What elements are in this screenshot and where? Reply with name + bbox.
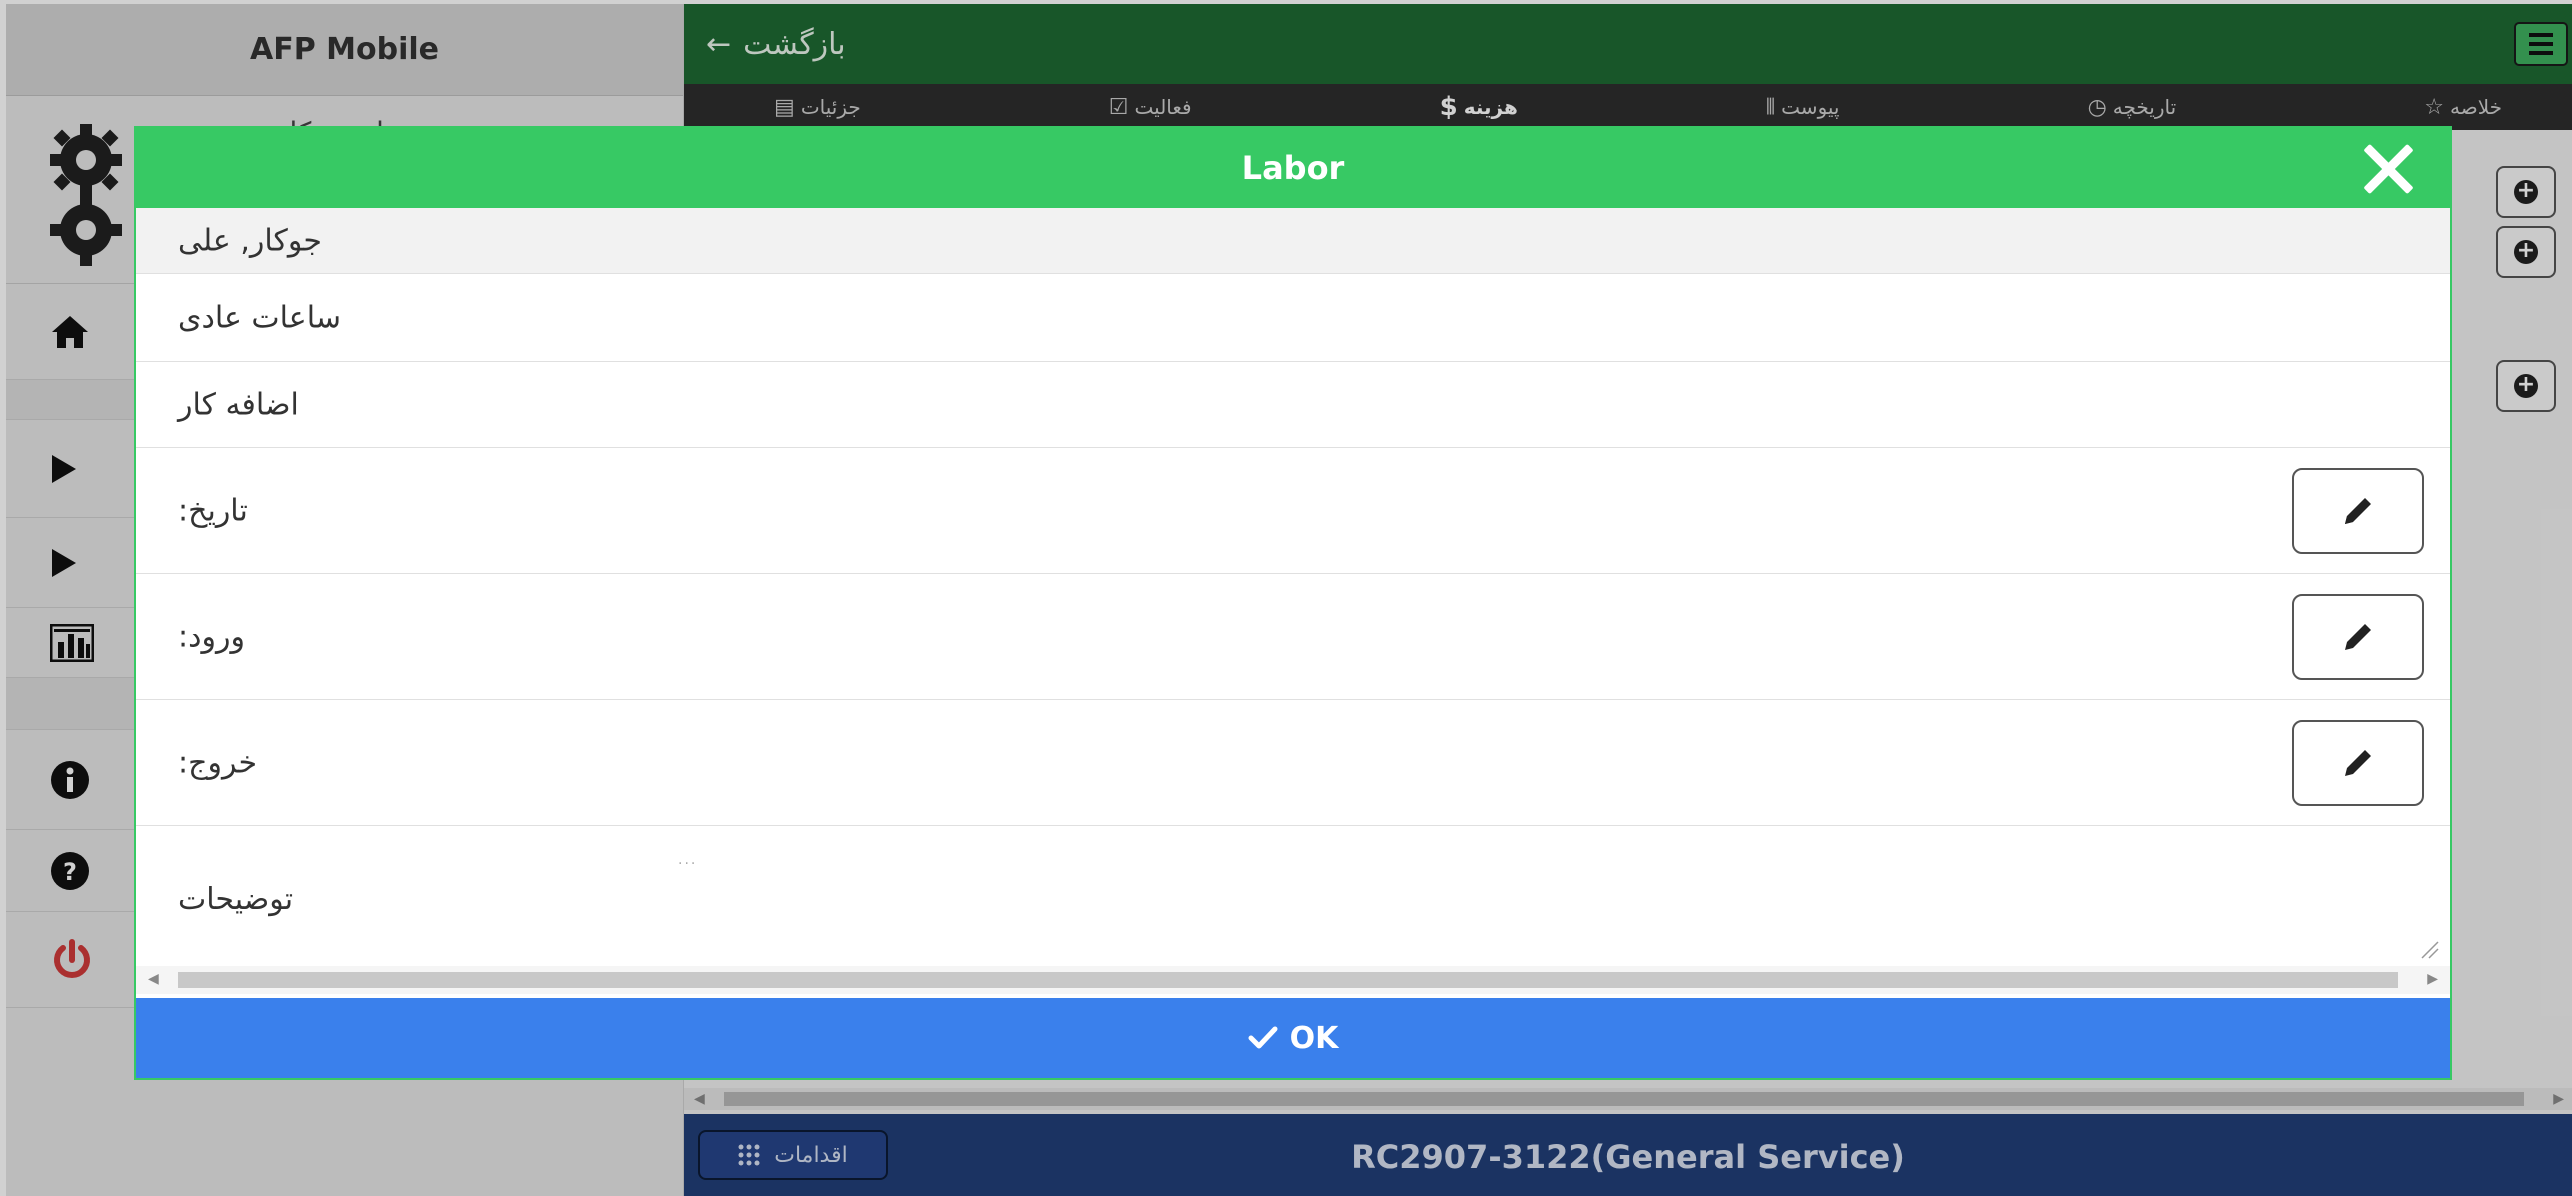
ok-button[interactable]: OK bbox=[136, 998, 2450, 1078]
regular-hours-label: ساعات عادی bbox=[178, 300, 341, 335]
employee-name: جوکار, علی bbox=[178, 223, 322, 258]
edit-date-button[interactable] bbox=[2292, 467, 2424, 554]
scroll-right-icon: ▶ bbox=[2427, 971, 2438, 987]
overtime-row[interactable]: اضافه کار bbox=[136, 362, 2450, 448]
pencil-icon bbox=[2345, 497, 2371, 524]
labor-dialog: Labor جوکار, علی ساعات عادی اضافه کار :ت… bbox=[134, 126, 2452, 1080]
pencil-icon bbox=[2345, 623, 2371, 650]
dialog-horizontal-scrollbar[interactable]: ◀ ▶ bbox=[136, 966, 2450, 994]
scroll-left-icon: ◀ bbox=[148, 971, 159, 987]
checkmark-icon bbox=[1248, 1026, 1278, 1049]
edit-entry-button[interactable] bbox=[2292, 593, 2424, 680]
entry-row: :ورود bbox=[136, 574, 2450, 700]
dialog-title: Labor bbox=[1241, 149, 1345, 187]
date-label: :تاریخ bbox=[178, 493, 248, 528]
exit-label: :خروج bbox=[178, 745, 258, 780]
description-dots: ... bbox=[678, 852, 698, 868]
dialog-header: Labor bbox=[136, 128, 2450, 208]
ok-label: OK bbox=[1289, 1020, 1339, 1056]
date-row: :تاریخ bbox=[136, 448, 2450, 574]
pencil-icon bbox=[2345, 749, 2371, 776]
regular-hours-row[interactable]: ساعات عادی bbox=[136, 274, 2450, 362]
resize-grip-icon[interactable] bbox=[2418, 938, 2440, 960]
close-icon[interactable] bbox=[2360, 140, 2416, 196]
employee-row: جوکار, علی bbox=[136, 208, 2450, 274]
exit-row: :خروج bbox=[136, 700, 2450, 826]
edit-exit-button[interactable] bbox=[2292, 719, 2424, 806]
description-label: توضیحات bbox=[178, 882, 294, 917]
description-textarea[interactable]: ... توضیحات bbox=[136, 826, 2450, 966]
scrollbar-thumb[interactable] bbox=[178, 972, 2398, 988]
entry-label: :ورود bbox=[178, 619, 245, 654]
overtime-label: اضافه کار bbox=[178, 387, 299, 422]
